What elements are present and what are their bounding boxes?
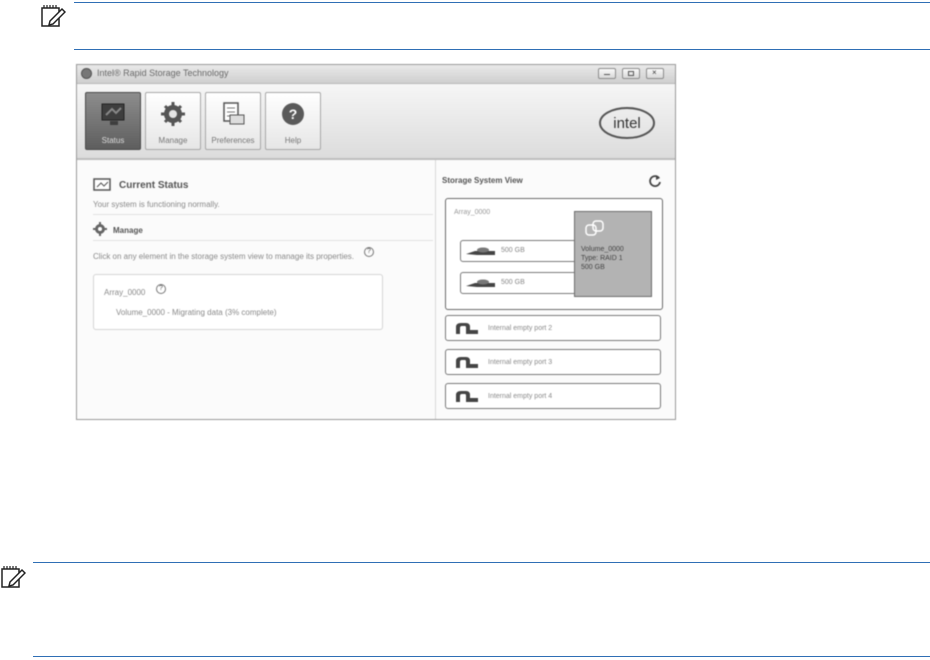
status-pane: Current Status Your system is functionin…	[83, 166, 433, 419]
refresh-icon[interactable]	[648, 174, 662, 188]
raid-volume-type: Type: RAID 1	[581, 255, 623, 262]
status-monitor-icon	[93, 178, 111, 191]
empty-port-icon	[456, 323, 478, 334]
preferences-icon	[223, 102, 245, 125]
top-note-rule-bottom	[74, 49, 930, 50]
array-help-icon[interactable]: ?	[156, 284, 166, 294]
empty-port-3-label: Internal empty port 3	[488, 359, 553, 366]
disk-1-size: 500 GB	[501, 247, 525, 254]
maximize-button[interactable]	[622, 68, 640, 79]
array-name: Array_0000	[104, 288, 146, 297]
window-title: Intel® Rapid Storage Technology	[97, 68, 229, 78]
disk-row-1[interactable]: 500 GB	[460, 240, 582, 262]
manage-help-icon[interactable]: ?	[364, 247, 374, 257]
status-button[interactable]: Status	[85, 92, 141, 150]
help-button[interactable]: ? Help	[265, 92, 321, 150]
manage-instructions: Click on any element in the storage syst…	[93, 252, 355, 261]
volume-migration-status: Volume_0000 - Migrating data (3% complet…	[116, 308, 277, 317]
svg-text:?: ?	[289, 106, 298, 122]
gear-icon	[161, 102, 185, 126]
title-bar: Intel® Rapid Storage Technology ×	[77, 65, 675, 84]
raid-volume-name: Volume_0000	[581, 246, 624, 253]
manage-button-label: Manage	[158, 136, 188, 145]
top-note-rule-top	[74, 2, 930, 3]
storage-view-title: Storage System View	[442, 176, 523, 185]
preferences-button-label: Preferences	[211, 136, 255, 145]
empty-port-3[interactable]: Internal empty port 3	[445, 349, 661, 375]
bottom-note-rule-bottom	[33, 656, 930, 657]
empty-port-2[interactable]: Internal empty port 2	[445, 315, 661, 341]
manage-divider	[93, 240, 433, 241]
disk-row-2[interactable]: 500 GB	[460, 272, 582, 294]
content-area: Current Status Your system is functionin…	[77, 160, 675, 419]
array-label: Array_0000	[454, 209, 491, 216]
current-status-text: Your system is functioning normally.	[93, 200, 220, 209]
raid-volume-size: 500 GB	[581, 264, 605, 271]
toolbar: Status Manage Preferences ? Help intel	[77, 84, 675, 160]
disk-2-size: 500 GB	[501, 279, 525, 286]
preferences-button[interactable]: Preferences	[205, 92, 261, 150]
current-status-title: Current Status	[119, 180, 189, 191]
empty-port-4-label: Internal empty port 4	[488, 393, 553, 400]
svg-text:intel: intel	[613, 115, 641, 132]
status-divider	[93, 214, 433, 215]
bottom-note-rule-top	[33, 562, 930, 563]
array-volume-box[interactable]: Array_0000 500 GB 500 GB Volume_0000 Typ…	[445, 198, 663, 310]
empty-port-2-label: Internal empty port 2	[488, 325, 553, 332]
monitor-icon	[101, 103, 125, 125]
pane-separator	[435, 160, 436, 419]
empty-port-icon	[456, 391, 478, 402]
app-logo-icon	[81, 68, 92, 79]
minimize-button[interactable]	[598, 68, 616, 79]
app-window: Intel® Rapid Storage Technology × Status	[76, 64, 676, 420]
array-summary-box[interactable]: Array_0000 ? Volume_0000 - Migrating dat…	[93, 274, 383, 330]
intel-logo: intel	[599, 107, 655, 139]
manage-title: Manage	[113, 226, 143, 235]
close-button[interactable]: ×	[646, 68, 664, 79]
hard-disk-icon	[466, 279, 495, 287]
raid-volume-icon	[585, 220, 604, 236]
manage-button[interactable]: Manage	[145, 92, 201, 150]
manage-gear-icon	[93, 222, 107, 236]
hard-disk-icon	[466, 247, 495, 255]
status-button-label: Status	[101, 136, 125, 145]
empty-port-4[interactable]: Internal empty port 4	[445, 383, 661, 409]
help-icon: ?	[282, 103, 304, 125]
storage-system-view: Storage System View Array_0000 500 GB 50…	[439, 160, 675, 419]
note-icon	[41, 5, 66, 27]
raid-volume-panel[interactable]: Volume_0000 Type: RAID 1 500 GB	[574, 211, 652, 297]
help-button-label: Help	[284, 136, 302, 145]
empty-port-icon	[456, 357, 478, 368]
note-icon	[1, 566, 26, 588]
